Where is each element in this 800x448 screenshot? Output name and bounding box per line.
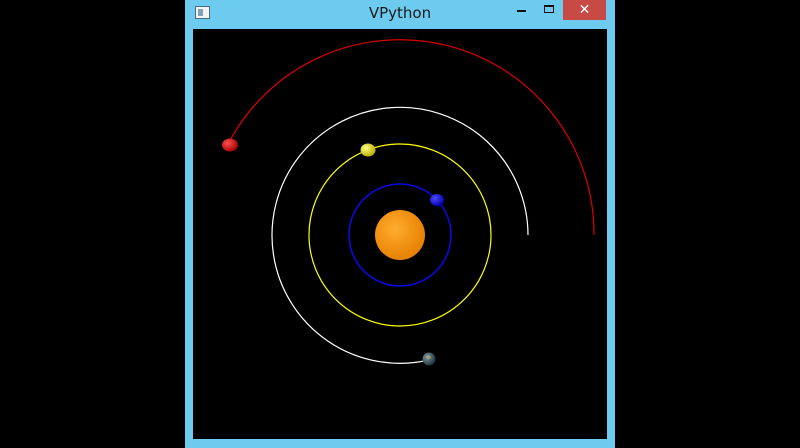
maximize-button[interactable] <box>535 0 563 20</box>
vpython-canvas[interactable] <box>193 29 607 439</box>
maximize-icon <box>544 5 554 13</box>
solar-system-scene <box>222 39 595 366</box>
blue-planet <box>430 194 444 206</box>
minimize-button[interactable] <box>507 0 535 20</box>
sun <box>375 210 425 260</box>
red-planet <box>222 138 238 152</box>
vpython-window: VPython ✕ <box>185 0 615 448</box>
yellow-planet <box>360 143 376 157</box>
minimize-icon <box>517 10 526 12</box>
earth-planet <box>422 352 436 366</box>
title-bar[interactable]: VPython ✕ <box>185 0 615 28</box>
close-button[interactable]: ✕ <box>563 0 606 20</box>
close-icon: ✕ <box>578 2 591 18</box>
red-orbit-trail <box>227 39 595 236</box>
